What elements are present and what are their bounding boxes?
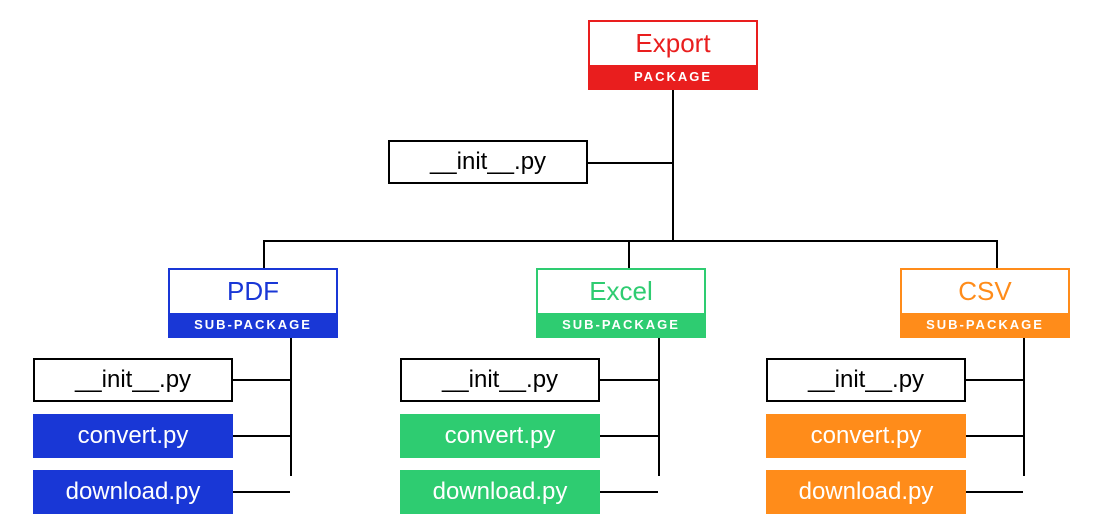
connector [966, 435, 1023, 437]
subpackage-title: CSV [902, 270, 1068, 313]
connector [233, 435, 290, 437]
subpackage-label: SUB-PACKAGE [538, 313, 704, 336]
subpackage-pdf: PDFSUB-PACKAGE [168, 268, 338, 338]
file-csv-convert-py: convert.py [766, 414, 966, 458]
file-pdf-convert-py: convert.py [33, 414, 233, 458]
file-csv-download-py: download.py [766, 470, 966, 514]
connector [658, 338, 660, 476]
subpackage-label: SUB-PACKAGE [170, 313, 336, 336]
file-pdf-download-py: download.py [33, 470, 233, 514]
connector [628, 240, 630, 268]
file-excel-__init__-py: __init__.py [400, 358, 600, 402]
package-label: PACKAGE [590, 65, 756, 88]
connector [600, 491, 658, 493]
subpackage-excel: ExcelSUB-PACKAGE [536, 268, 706, 338]
subpackage-title: PDF [170, 270, 336, 313]
file-excel-download-py: download.py [400, 470, 600, 514]
connector [600, 435, 658, 437]
connector [672, 90, 674, 242]
connector [600, 379, 658, 381]
connector [233, 491, 290, 493]
connector [1023, 338, 1025, 476]
subpackage-label: SUB-PACKAGE [902, 313, 1068, 336]
file-excel-convert-py: convert.py [400, 414, 600, 458]
file-csv-__init__-py: __init__.py [766, 358, 966, 402]
connector [996, 240, 998, 268]
connector [233, 379, 290, 381]
subpackage-title: Excel [538, 270, 704, 313]
connector [290, 338, 292, 476]
connector [966, 379, 1023, 381]
subpackage-csv: CSVSUB-PACKAGE [900, 268, 1070, 338]
package-export: Export PACKAGE [588, 20, 758, 90]
connector [966, 491, 1023, 493]
connector [588, 162, 672, 164]
package-title: Export [590, 22, 756, 65]
connector [263, 240, 265, 268]
file-root-init: __init__.py [388, 140, 588, 184]
file-pdf-__init__-py: __init__.py [33, 358, 233, 402]
connector [263, 240, 998, 242]
